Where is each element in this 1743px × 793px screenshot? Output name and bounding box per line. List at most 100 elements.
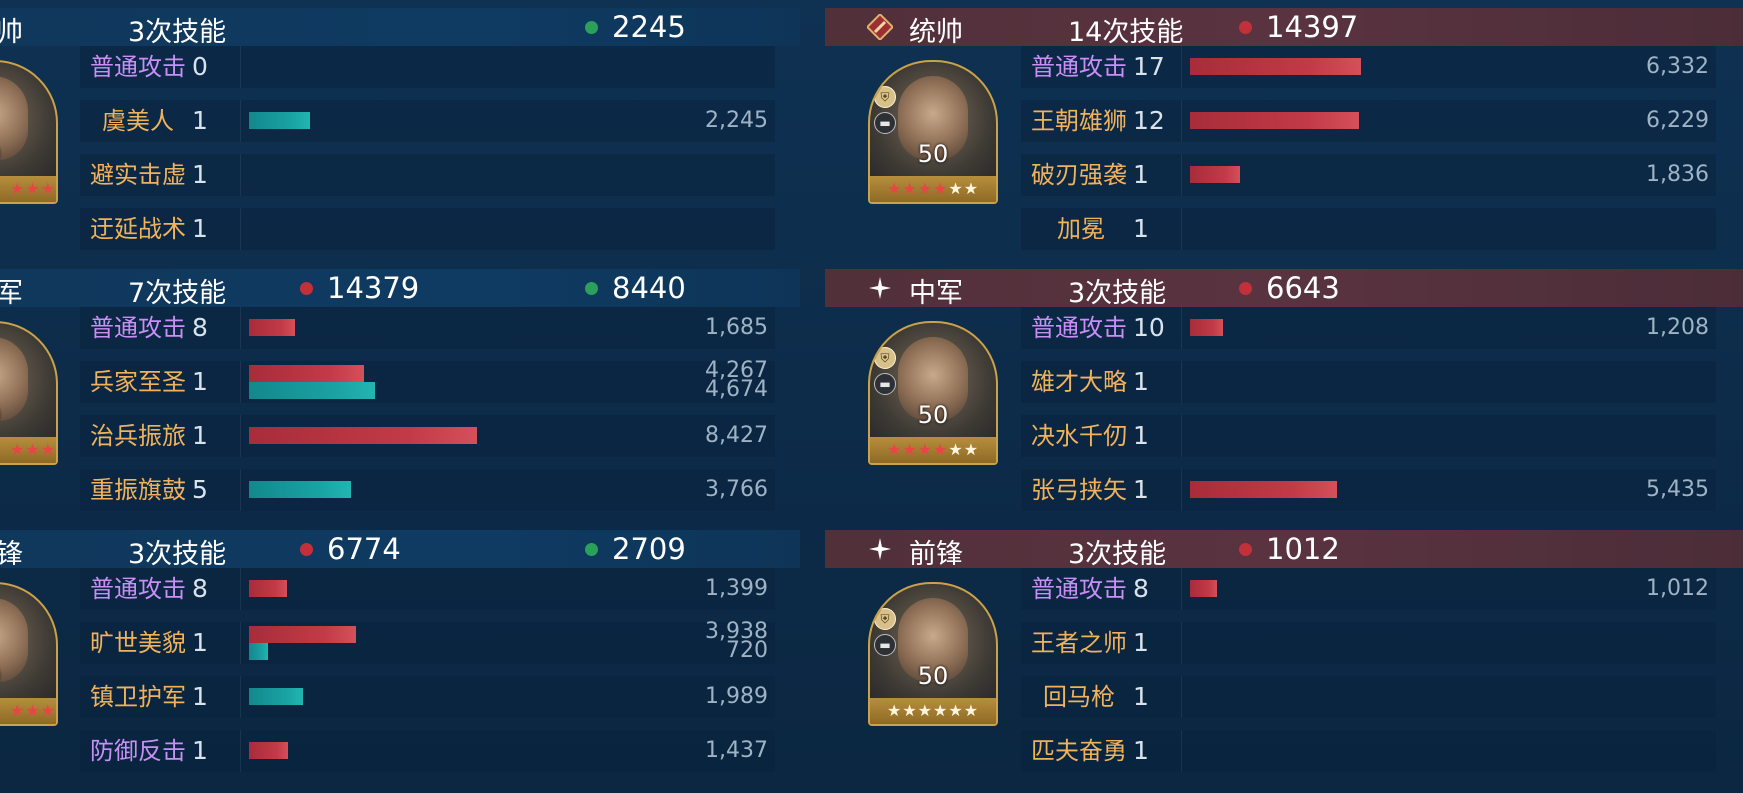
use-count: 10 (1133, 313, 1165, 342)
tank-badge-icon: ▬ (874, 112, 896, 134)
damage-bar-area: 3,938 720 (240, 621, 776, 664)
skill-name: 普通攻击 (1031, 314, 1127, 342)
hero-level: 0 (0, 140, 56, 168)
heal-bar (249, 382, 375, 399)
skill-row: 普通攻击 8 1,012 (1021, 568, 1716, 610)
damage-bar-area (1181, 730, 1717, 772)
heal-bar (249, 481, 351, 498)
use-count: 17 (1133, 52, 1165, 81)
hero-section: 前锋 3次技能 1012 ⛨ ▬ 50 ★★★★★★ 普通攻击 8 1,012 王者之师 1 回马枪 1 匹… (825, 522, 1743, 782)
skill-count-label: 3次技能 (128, 17, 227, 48)
heal-stat: 8440 (585, 271, 686, 305)
damage-bar (249, 580, 287, 597)
heal-value: 2245 (612, 10, 686, 44)
role-label: 锋 (0, 539, 23, 570)
use-count: 1 (1133, 160, 1149, 189)
bar-value: 1,399 (705, 576, 768, 601)
use-count: 1 (192, 106, 208, 135)
use-count: 1 (192, 160, 208, 189)
skill-row: 决水千仞 1 (1021, 415, 1716, 457)
bar-value: 2,245 (705, 108, 768, 133)
skill-row: 虞美人 1 2,245 (80, 100, 775, 142)
bar-value: 1,437 (705, 738, 768, 763)
skill-row: 普通攻击 8 1,399 (80, 568, 775, 610)
damage-bar-area: 1,685 (240, 307, 776, 349)
use-count: 1 (1133, 421, 1149, 450)
sword-badge-icon (865, 12, 895, 42)
skill-row: 雄才大略 1 (1021, 361, 1716, 403)
star-rating: ★★★ (0, 176, 56, 202)
heal-stat: 2709 (585, 532, 686, 566)
white-stars: ★★ (948, 440, 980, 459)
hero-section: 军 7次技能 14379 8440 0 ★★★ 普通攻击8 1,685 兵家至圣1 4,2674,… (0, 261, 800, 521)
hero-portrait[interactable]: 0 ★★★ (0, 60, 58, 204)
use-count: 1 (192, 628, 208, 657)
damage-bar (249, 319, 295, 336)
role-label: 军 (0, 278, 23, 309)
skill-name: 避实击虚 (90, 161, 186, 189)
hero-section: 中军 3次技能 6643 ⛨ ▬ 50 ★★★★★★ 普通攻击 10 1,208 雄才大略 1 决水千仞… (825, 261, 1743, 521)
skill-name: 旷世美貌 (90, 629, 186, 657)
skill-row: 破刃强袭 1 1,836 (1021, 154, 1716, 196)
skill-row: 重振旗鼓 5 3,766 (80, 469, 775, 511)
hero-portrait[interactable]: ⛨ ▬ 50 ★★★★★★ (868, 60, 998, 204)
section-header: 锋 3次技能 6774 2709 (0, 530, 800, 570)
damage-value: 14397 (1266, 10, 1359, 44)
bar-value: 6,332 (1646, 54, 1709, 79)
heal-dot-icon (585, 542, 598, 556)
helmet-badge-icon: ⛨ (874, 86, 896, 108)
hero-portrait[interactable]: ⛨ ▬ 50 ★★★★★★ (868, 321, 998, 465)
use-count: 1 (192, 682, 208, 711)
helmet-badge-icon: ⛨ (874, 608, 896, 630)
damage-bar (1190, 481, 1337, 498)
skill-name: 治兵振旅 (90, 422, 186, 450)
bar-value: 4,674 (705, 377, 768, 402)
heal-dot-icon (585, 20, 598, 34)
skill-name: 张弓挟矢 (1031, 476, 1127, 504)
skill-row: 普通攻击 17 6,332 (1021, 46, 1716, 88)
use-count: 1 (192, 367, 208, 396)
skill-count-label: 14次技能 (1068, 17, 1184, 48)
skill-count-label: 7次技能 (128, 278, 227, 309)
role-label: 统帅 (909, 17, 963, 48)
damage-bar (1190, 58, 1361, 75)
left-team-panel: 帅3次技能22450★★★普通攻击0虞美人12,245避实击虚1迂延战术1军7次… (0, 0, 800, 793)
use-count: 5 (192, 475, 208, 504)
damage-bar-area (240, 154, 776, 196)
damage-bar-area (1181, 208, 1717, 250)
section-header: 统帅 14次技能 14397 (825, 8, 1743, 48)
section-header: 中军 3次技能 6643 (825, 269, 1743, 309)
damage-dot-icon (1239, 20, 1252, 34)
skill-row: 普通攻击 0 (80, 46, 775, 88)
white-stars: ★★ (948, 179, 980, 198)
heal-bar (249, 112, 310, 129)
red-stars: ★★★ (9, 440, 56, 459)
heal-bar (249, 688, 303, 705)
skill-name: 防御反击 (90, 737, 186, 765)
skill-row: 普通攻击 10 1,208 (1021, 307, 1716, 349)
skill-count-label: 3次技能 (1068, 278, 1167, 309)
damage-value: 6774 (327, 532, 401, 566)
damage-bar-area (1181, 361, 1717, 403)
damage-bar (249, 626, 356, 643)
skill-row: 王者之师 1 (1021, 622, 1716, 664)
use-count: 8 (1133, 574, 1149, 603)
section-header: 帅 3次技能 2245 (0, 8, 800, 48)
bar-value: 8,427 (705, 423, 768, 448)
damage-bar-area (1181, 676, 1717, 718)
hero-level: 0 (0, 662, 56, 690)
use-count: 1 (1133, 214, 1149, 243)
use-count: 1 (192, 421, 208, 450)
hero-level: 50 (917, 140, 949, 168)
hero-portrait[interactable]: 0 ★★★ (0, 582, 58, 726)
star-rating: ★★★★★★ (870, 176, 996, 202)
bar-value: 1,836 (1646, 162, 1709, 187)
skill-name: 加冕 (1057, 215, 1105, 243)
hero-portrait[interactable]: 0 ★★★ (0, 321, 58, 465)
damage-bar (249, 365, 364, 382)
skill-row: 王朝雄狮 12 6,229 (1021, 100, 1716, 142)
red-stars: ★★★★ (886, 179, 949, 198)
hero-portrait[interactable]: ⛨ ▬ 50 ★★★★★★ (868, 582, 998, 726)
use-count: 1 (192, 214, 208, 243)
bar-value: 3,766 (705, 477, 768, 502)
